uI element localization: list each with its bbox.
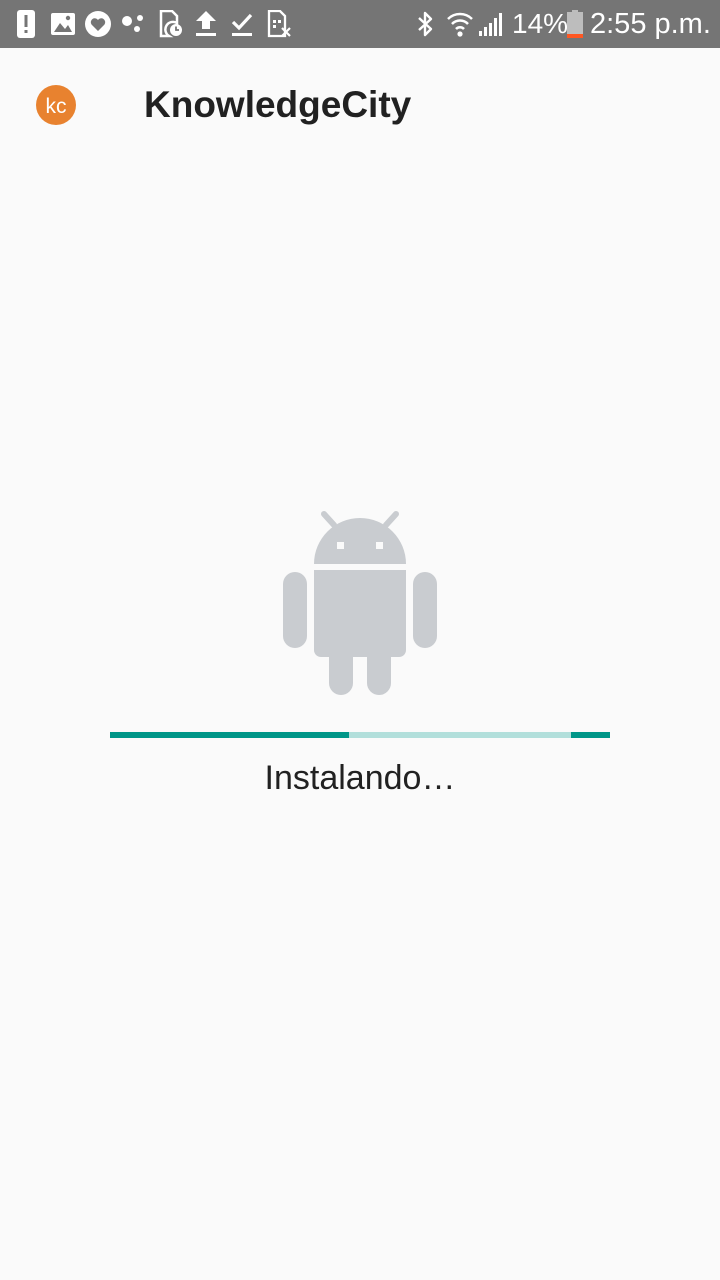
file-clock-icon bbox=[159, 10, 182, 38]
app-bar: kc KnowledgeCity bbox=[0, 48, 720, 160]
battery-icon bbox=[567, 10, 583, 38]
logo-text: kc bbox=[46, 95, 67, 118]
progress-segment bbox=[110, 732, 349, 738]
install-progress-bar bbox=[110, 732, 610, 738]
battery-percent: 14% bbox=[512, 8, 569, 39]
image-icon bbox=[51, 13, 75, 35]
android-robot-icon bbox=[283, 511, 437, 695]
install-status-text: Instalando… bbox=[264, 759, 456, 797]
upload-icon bbox=[196, 11, 216, 36]
alert-icon bbox=[17, 10, 35, 38]
heart-badge-icon bbox=[85, 11, 111, 37]
app-title: KnowledgeCity bbox=[144, 84, 412, 125]
bluetooth-icon bbox=[418, 11, 433, 37]
clock: 2:55 p.m. bbox=[590, 8, 711, 40]
download-done-icon bbox=[231, 13, 253, 36]
knowledgecity-logo: kc bbox=[36, 85, 76, 125]
dots-icon bbox=[122, 15, 143, 32]
wifi-icon bbox=[447, 12, 473, 37]
progress-segment bbox=[571, 732, 610, 738]
status-bar: 14% 2:55 p.m. bbox=[0, 0, 720, 48]
signal-icon bbox=[479, 13, 502, 36]
sim-off-icon bbox=[267, 10, 291, 38]
